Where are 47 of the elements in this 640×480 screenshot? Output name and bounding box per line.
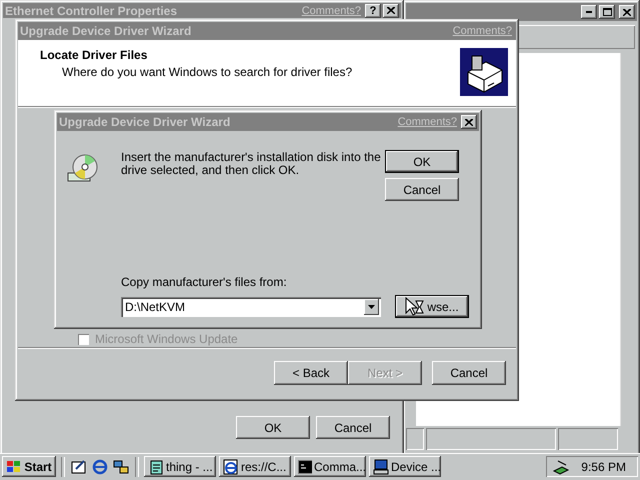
wizard-button[interactable]: Cancel — [432, 361, 506, 385]
minimize-icon — [586, 11, 592, 13]
dialog-button[interactable]: Cancel — [316, 416, 390, 439]
window-title: Upgrade Device Driver Wizard — [59, 115, 232, 129]
maximize-icon — [602, 8, 612, 16]
checkbox-label: Microsoft Windows Update — [95, 332, 238, 346]
close-button[interactable] — [383, 4, 399, 18]
close-icon — [623, 8, 631, 16]
network-icon[interactable] — [112, 458, 130, 474]
dialog-button[interactable]: Cancel — [385, 178, 459, 201]
browse-button[interactable]: wse... — [395, 295, 469, 318]
checkbox[interactable] — [78, 334, 89, 344]
taskbar-button[interactable]: thing - ... — [144, 456, 216, 477]
hardware-icon — [460, 48, 508, 96]
dropdown-button[interactable] — [364, 298, 379, 314]
clock: 9:56 PM — [581, 460, 626, 474]
browser-icon — [223, 458, 239, 474]
window-title: Upgrade Device Driver Wizard — [20, 24, 192, 38]
wizard-button[interactable]: < Back — [274, 361, 348, 385]
path-combobox[interactable]: D:\NetKVM — [121, 296, 381, 316]
path-input[interactable]: D:\NetKVM — [125, 300, 364, 314]
copy-label: Copy manufacturer's files from: — [121, 275, 288, 289]
start-button[interactable]: Start — [2, 456, 56, 477]
close-icon — [465, 118, 473, 126]
dialog-button[interactable]: OK — [236, 416, 310, 439]
taskbar-button[interactable]: res://C... — [219, 456, 291, 477]
wizard-heading: Locate Driver Files — [40, 48, 148, 62]
console-icon — [298, 460, 312, 474]
caret-icon — [368, 304, 375, 308]
desktop-icon[interactable] — [70, 458, 88, 474]
close-button[interactable] — [619, 5, 635, 19]
maximize-button[interactable] — [599, 5, 615, 19]
close-icon — [387, 7, 395, 14]
taskbar-button[interactable]: Device ... — [369, 456, 441, 477]
windows-logo-icon — [6, 460, 22, 474]
taskbar-button[interactable]: Comma... — [294, 456, 366, 477]
wizard-subheading: Where do you want Windows to search for driver files? — [62, 65, 354, 79]
dialog-message: Insert the manufacturer's installation disk into the drive selected, and then click OK. — [121, 149, 382, 179]
window-title: Ethernet Controller Properties — [5, 4, 178, 18]
notepad-icon — [148, 458, 164, 474]
computer-icon — [373, 458, 389, 474]
help-button[interactable]: ? — [365, 4, 381, 18]
busy-cursor-icon — [405, 296, 426, 316]
minimize-button[interactable] — [581, 5, 597, 19]
browser-icon[interactable] — [91, 458, 109, 474]
close-button[interactable] — [461, 115, 477, 129]
dialog-button[interactable]: OK — [385, 150, 459, 173]
